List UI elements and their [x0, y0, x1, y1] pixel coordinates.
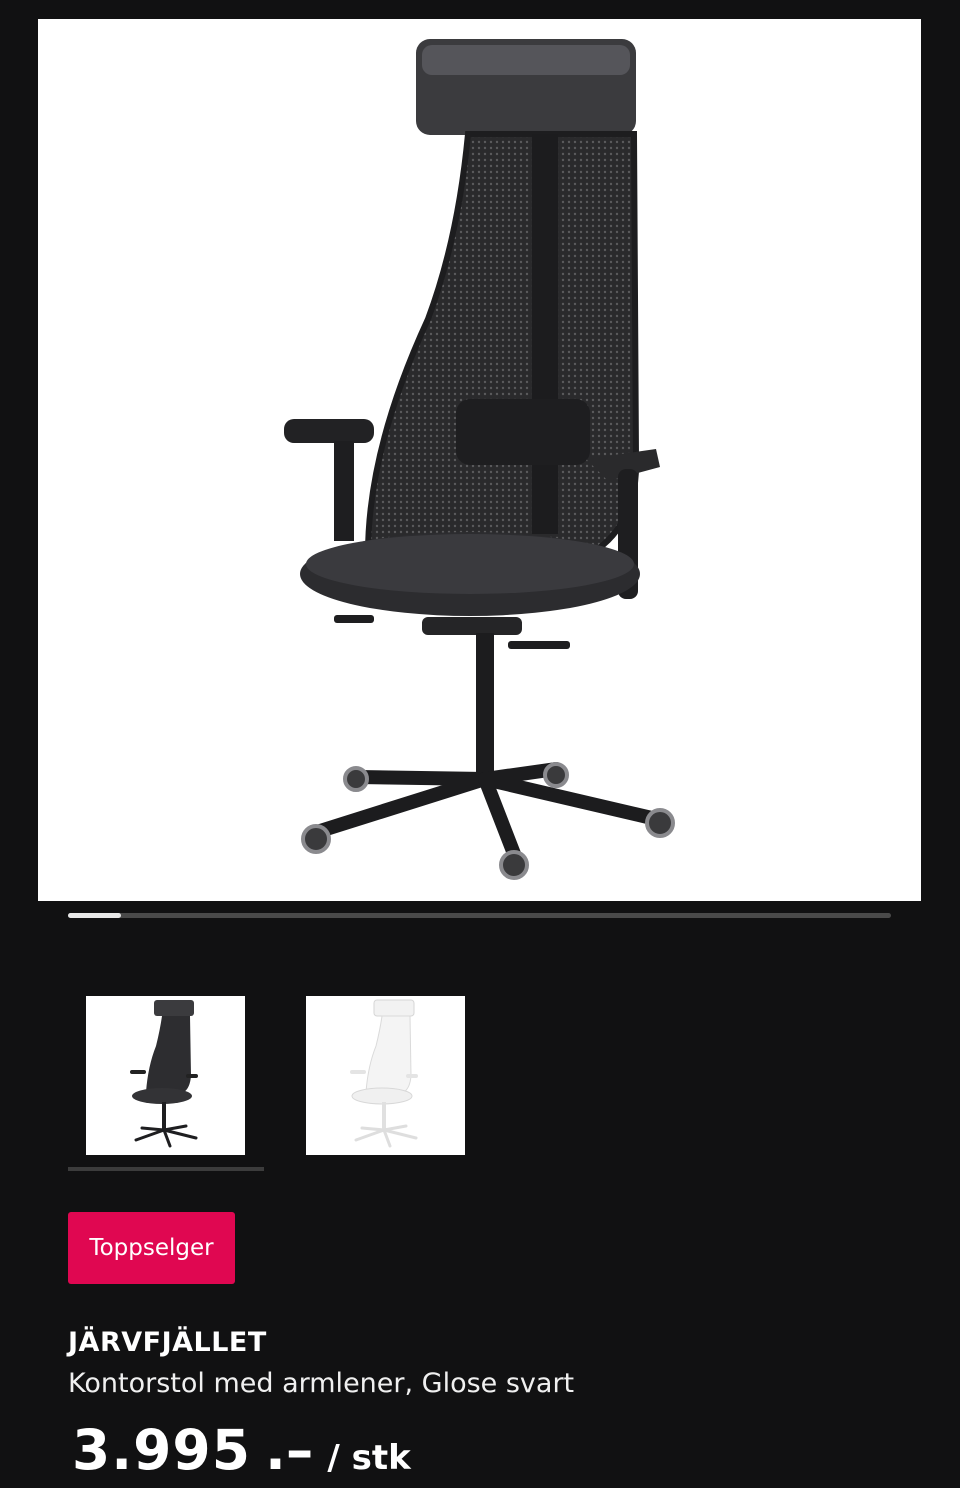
price-unit: / stk: [327, 1438, 411, 1478]
top-seller-badge: Toppselger: [68, 1212, 235, 1284]
office-chair-black-icon: [130, 1000, 198, 1148]
product-name: JÄRVFJÄLLET: [68, 1327, 267, 1358]
thumbnail-selected-indicator: [68, 1167, 264, 1171]
image-carousel-progress-fill: [68, 913, 122, 918]
product-description: Kontorstol med armlener, Glose svart: [68, 1368, 575, 1399]
product-main-image[interactable]: [38, 19, 921, 901]
price-amount: 3.995: [72, 1418, 251, 1482]
image-carousel-progress[interactable]: [68, 913, 891, 918]
office-chair-white-icon: [350, 999, 418, 1148]
thumbnail-black-chair[interactable]: [86, 996, 245, 1155]
price-suffix: .–: [264, 1418, 314, 1482]
office-chair-icon: [284, 39, 675, 880]
product-price: 3.995 .– / stk: [72, 1418, 411, 1482]
thumbnail-white-chair[interactable]: [306, 996, 465, 1155]
